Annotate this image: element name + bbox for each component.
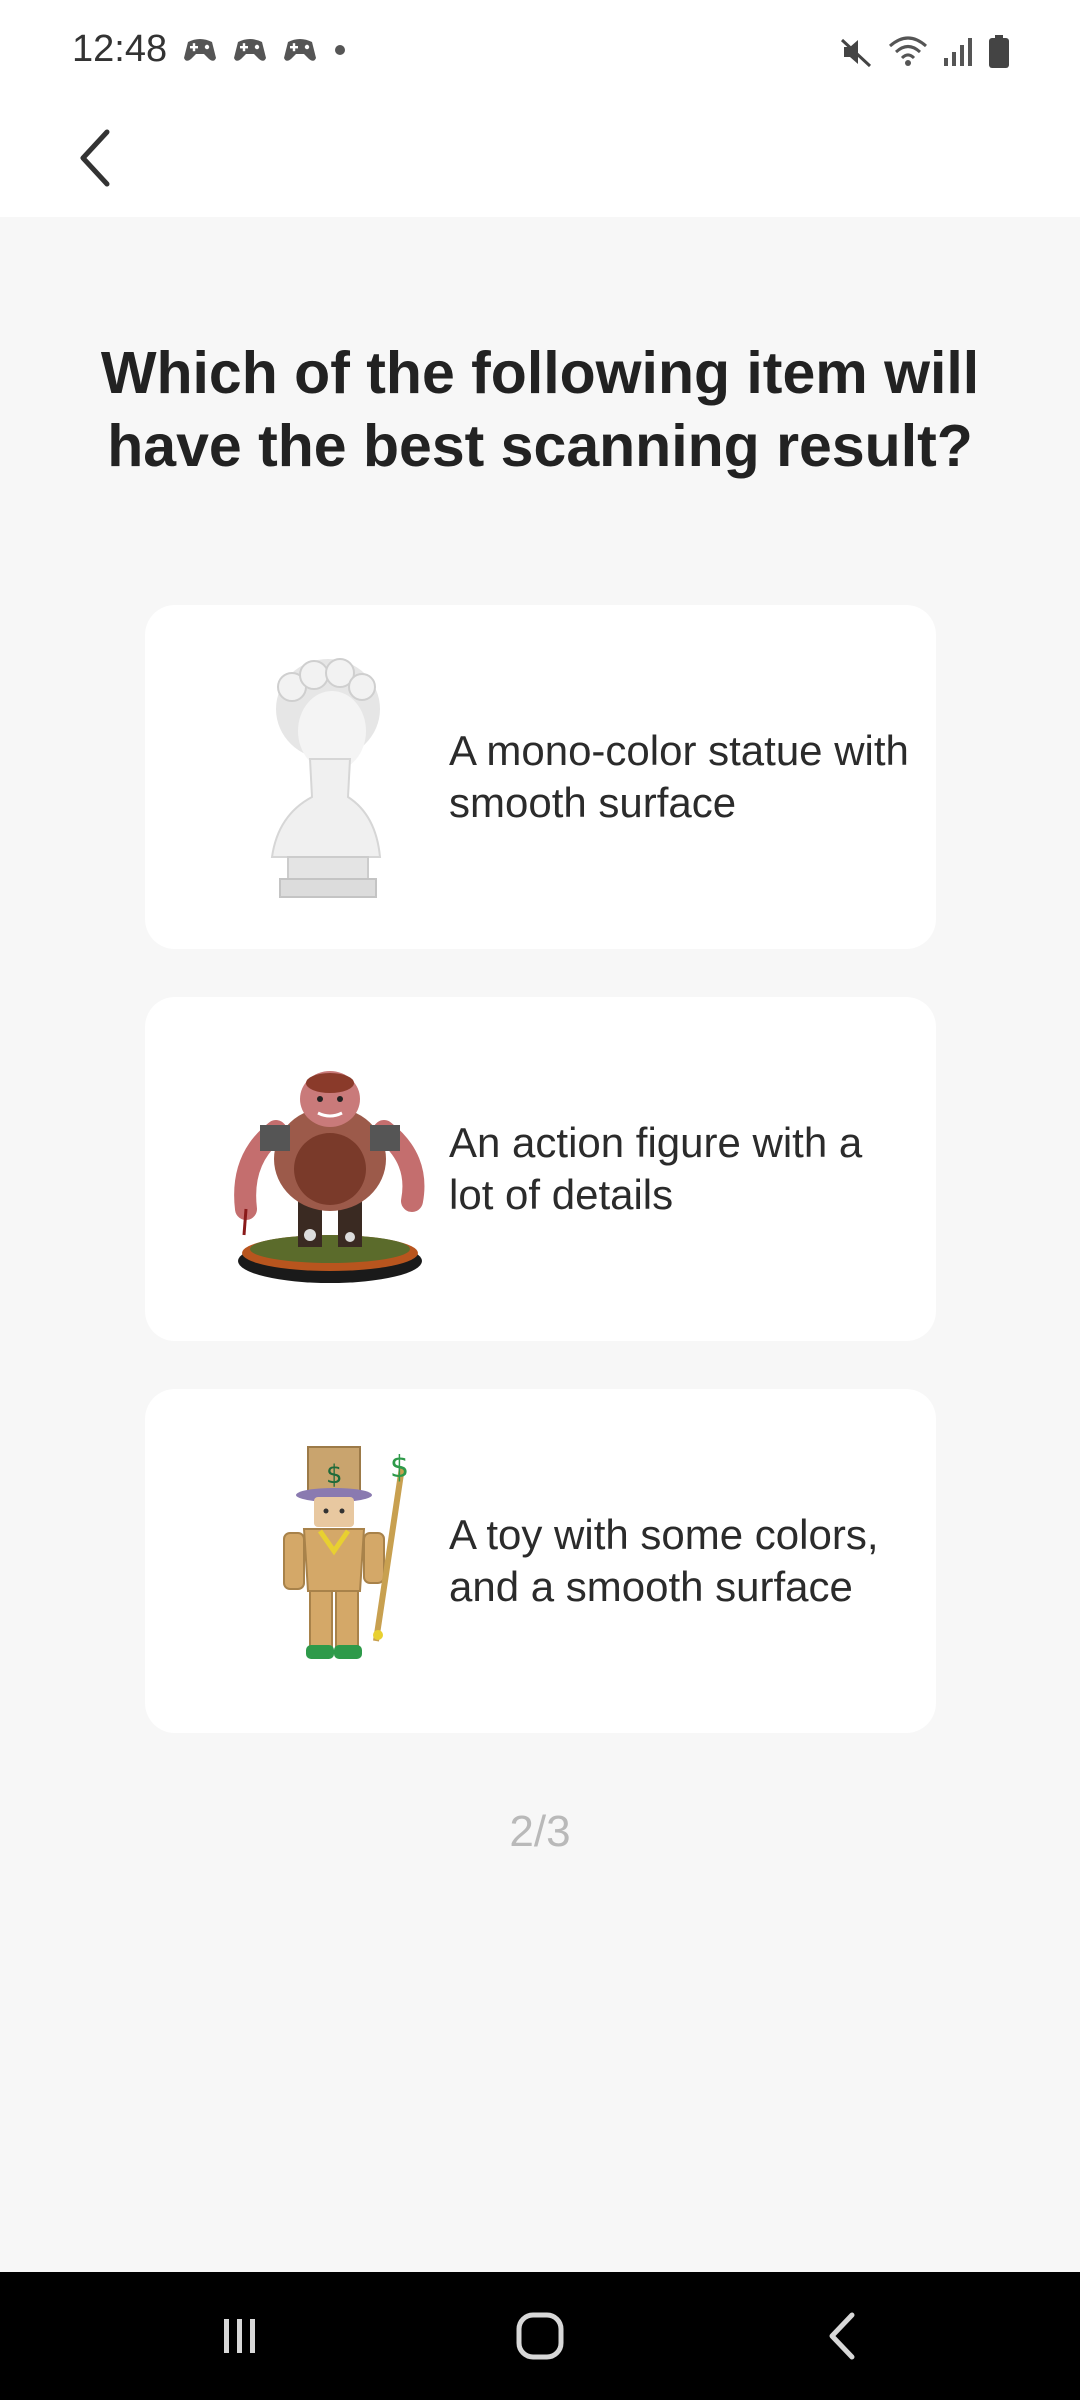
option-label: An action figure with a lot of details — [449, 1119, 863, 1218]
system-back-button[interactable] — [784, 2296, 904, 2376]
quiz-screen: Which of the following item will have th… — [0, 217, 1080, 2272]
action-figure-image — [234, 1071, 425, 1283]
game-controller-icon — [234, 39, 266, 61]
home-button[interactable] — [480, 2296, 600, 2376]
notification-icons — [182, 36, 348, 64]
svg-text:$: $ — [326, 1460, 343, 1490]
game-controller-icon — [184, 39, 216, 61]
wifi-icon — [889, 36, 927, 66]
option-label: A toy with some colors, and a smooth sur… — [449, 1511, 879, 1610]
back-button[interactable] — [60, 113, 130, 203]
back-icon — [829, 2312, 855, 2360]
game-controller-icon — [284, 39, 316, 61]
status-bar: 12:48 — [0, 0, 1080, 105]
recent-apps-icon — [224, 2319, 255, 2353]
battery-icon — [989, 35, 1009, 68]
navigation-bar — [0, 2272, 1080, 2400]
statue-image — [270, 658, 382, 898]
app-bar — [0, 105, 1080, 217]
signal-icon — [944, 38, 972, 66]
dot-icon — [335, 45, 345, 55]
home-icon — [516, 2312, 564, 2360]
status-time: 12:48 — [72, 28, 168, 70]
option-card-action-figure[interactable]: An action figure with a lot of details — [145, 997, 936, 1341]
chevron-left-icon — [80, 129, 110, 187]
system-icons — [838, 34, 1010, 70]
recent-apps-button[interactable] — [180, 2296, 300, 2376]
svg-text:$: $ — [390, 1450, 409, 1485]
page-indicator: 2/3 — [509, 1807, 571, 1856]
option-card-toy[interactable]: $ $ A toy with some colors, and a smooth… — [145, 1389, 936, 1733]
option-label: A mono-color statue with smooth surface — [449, 727, 909, 826]
toy-figure-image: $ $ — [283, 1446, 409, 1659]
question-title: Which of the following item will have th… — [100, 340, 980, 479]
mute-icon — [840, 38, 872, 68]
option-card-statue[interactable]: A mono-color statue with smooth surface — [145, 605, 936, 949]
